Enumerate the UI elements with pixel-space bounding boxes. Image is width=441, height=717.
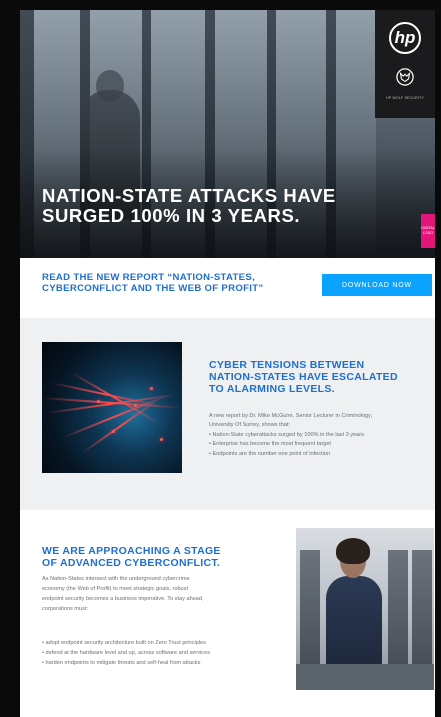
stage-body: As Nation-States intersect with the unde… [42,574,297,614]
tensions-title-line2: NATION-STATES HAVE ESCALATED [209,371,398,383]
tensions-title-line3: TO ALARMING LEVELS. [209,383,335,395]
download-now-button[interactable]: DOWNLOAD NOW [322,274,432,296]
tensions-body: A new report by Dr. Mike McGuire, Senior… [209,412,424,459]
stage-title-line1: WE ARE APPROACHING A STAGE [42,545,221,557]
email-frame: NATION-STATE ATTACKS HAVE SURGED 100% IN… [20,10,435,717]
cyber-network-image [42,342,182,473]
stage-bullet: • harden endpoints to mitigate threats a… [42,660,201,666]
hero-headline-line2: SURGED 100% IN 3 YEARS. [42,205,301,226]
stage-body-line: economy (the Web of Profit) to meet stra… [42,586,189,592]
tensions-title: CYBER TENSIONS BETWEEN NATION-STATES HAV… [209,359,419,395]
hero-headline: NATION-STATE ATTACKS HAVE SURGED 100% IN… [42,186,362,226]
tensions-intro-line1: A new report by Dr. Mike McGuire, Senior… [209,413,373,419]
stage-body-line: corporations must: [42,606,89,612]
hero-headline-line1: NATION-STATE ATTACKS HAVE [42,185,336,206]
wolf-icon [396,68,414,86]
hero-banner: NATION-STATE ATTACKS HAVE SURGED 100% IN… [20,10,435,258]
report-heading-line1: READ THE NEW REPORT “NATION-STATES, [42,272,256,283]
hp-logo-icon: hp [389,22,421,54]
stage-title: WE ARE APPROACHING A STAGE OF ADVANCED C… [42,545,282,569]
woman-datacenter-image [296,528,434,690]
hp-wolf-badge: hp HP WOLF SECURITY [375,10,435,118]
tensions-bullet: • Endpoints are the number one point of … [209,450,331,457]
tensions-title-line1: CYBER TENSIONS BETWEEN [209,359,365,371]
tensions-intro-line2: University Of Surrey, shows that: [209,422,291,429]
stage-body-line: As Nation-States intersect with the unde… [42,576,190,582]
tensions-bullet: • Enterprise has become the most frequen… [209,441,331,448]
advanced-cyberconflict-section: WE ARE APPROACHING A STAGE OF ADVANCED C… [20,510,435,717]
badge-caption: HP WOLF SECURITY [386,96,424,100]
stage-bullet: • adopt endpoint security architecture b… [42,640,206,646]
stage-title-line2: OF ADVANCED CYBERCONFLICT. [42,557,221,569]
report-heading: READ THE NEW REPORT “NATION-STATES, CYBE… [42,272,327,294]
tensions-bullet: • Nation-State cyberattacks surged by 10… [209,431,364,438]
report-heading-line2: CYBERCONFLICT AND THE WEB OF PROFIT” [42,283,264,294]
stage-body-line: endpoint security becomes a business imp… [42,596,204,602]
stage-bullet: • defend at the hardware level and up, a… [42,650,211,656]
digital-logo: DIGITAL LOGO [421,214,435,248]
stage-bullets: • adopt endpoint security architecture b… [42,638,302,668]
cyber-tensions-section: CYBER TENSIONS BETWEEN NATION-STATES HAV… [20,318,435,510]
report-cta: READ THE NEW REPORT “NATION-STATES, CYBE… [20,258,435,318]
